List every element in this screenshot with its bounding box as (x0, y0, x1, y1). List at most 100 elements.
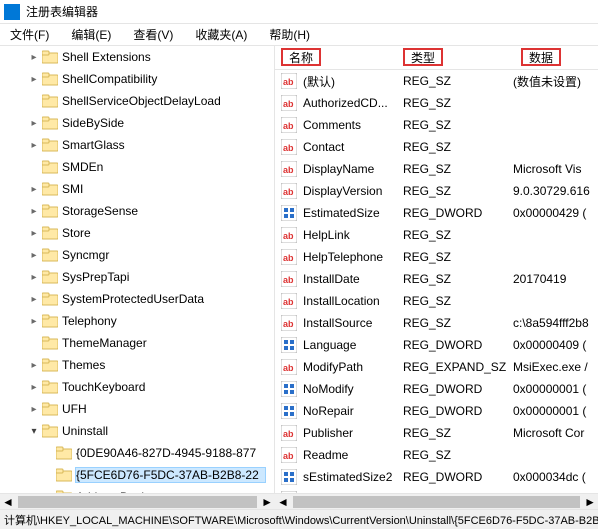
tree-item[interactable]: ▸Themes (0, 354, 274, 376)
values-scrollbar-h[interactable]: ◄ ► (275, 493, 598, 509)
values-pane: 名称 类型 数据 (默认)REG_SZ(数值未设置)AuthorizedCD..… (275, 46, 598, 494)
dword-value-icon (281, 469, 297, 485)
tree-item[interactable]: ▸SysPrepTapi (0, 266, 274, 288)
value-data: 0x00000409 ( (513, 338, 598, 352)
value-row[interactable]: DisplayNameREG_SZMicrosoft Vis (275, 158, 598, 180)
value-row[interactable]: InstallSourceREG_SZc:\8a594fff2b8 (275, 312, 598, 334)
menu-edit[interactable]: 编辑(E) (65, 24, 117, 45)
dword-value-icon (281, 403, 297, 419)
values-list[interactable]: (默认)REG_SZ(数值未设置)AuthorizedCD...REG_SZCo… (275, 70, 598, 494)
value-row[interactable]: InstallLocationREG_SZ (275, 290, 598, 312)
scroll-thumb[interactable] (18, 496, 257, 508)
tree-item[interactable]: ▸SystemProtectedUserData (0, 288, 274, 310)
value-row[interactable]: NoModifyREG_DWORD0x00000001 ( (275, 378, 598, 400)
value-name: Comments (303, 118, 403, 132)
value-row[interactable]: PublisherREG_SZMicrosoft Cor (275, 422, 598, 444)
menu-file[interactable]: 文件(F) (4, 24, 55, 45)
tree-item[interactable]: ▸SMI (0, 178, 274, 200)
chevron-right-icon[interactable]: ▸ (28, 118, 40, 129)
tree-scrollbar-h[interactable]: ◄ ► (0, 493, 275, 509)
value-row[interactable]: AuthorizedCD...REG_SZ (275, 92, 598, 114)
string-value-icon (281, 315, 297, 331)
chevron-right-icon[interactable]: ▸ (28, 250, 40, 261)
value-row[interactable]: EstimatedSizeREG_DWORD0x00000429 ( (275, 202, 598, 224)
tree-item[interactable]: {5FCE6D76-F5DC-37AB-B2B8-22 (0, 464, 274, 486)
chevron-right-icon[interactable]: ▸ (28, 316, 40, 327)
value-data: MsiExec.exe / (513, 360, 598, 374)
value-type: REG_EXPAND_SZ (403, 360, 513, 374)
tree-item[interactable]: SMDEn (0, 156, 274, 178)
registry-tree[interactable]: ▸Shell Extensions▸ShellCompatibility She… (0, 46, 275, 494)
value-name: InstallSource (303, 316, 403, 330)
value-row[interactable]: HelpLinkREG_SZ (275, 224, 598, 246)
column-name[interactable]: 名称 (281, 48, 321, 66)
string-value-icon (281, 227, 297, 243)
tree-item[interactable]: ▸SideBySide (0, 112, 274, 134)
value-row[interactable]: ReadmeREG_SZ (275, 444, 598, 466)
scroll-right-icon[interactable]: ► (261, 495, 273, 509)
value-row[interactable]: (默认)REG_SZ(数值未设置) (275, 70, 598, 92)
tree-item[interactable]: ▸Store (0, 222, 274, 244)
value-name: DisplayVersion (303, 184, 403, 198)
string-value-icon (281, 117, 297, 133)
scroll-left-icon[interactable]: ◄ (2, 495, 14, 509)
chevron-right-icon[interactable]: ▸ (28, 184, 40, 195)
tree-item[interactable]: ▸UFH (0, 398, 274, 420)
chevron-right-icon[interactable]: ▸ (28, 52, 40, 63)
value-name: HelpTelephone (303, 250, 403, 264)
tree-item[interactable]: ▸Syncmgr (0, 244, 274, 266)
tree-item[interactable]: ▸TouchKeyboard (0, 376, 274, 398)
folder-icon (42, 248, 58, 262)
tree-item[interactable]: ▸Shell Extensions (0, 46, 274, 68)
menu-help[interactable]: 帮助(H) (263, 24, 316, 45)
scroll-left-icon[interactable]: ◄ (277, 495, 289, 509)
value-row[interactable]: sEstimatedSize2REG_DWORD0x000034dc ( (275, 466, 598, 488)
chevron-right-icon[interactable]: ▸ (28, 74, 40, 85)
window-titlebar: 注册表编辑器 (0, 0, 598, 24)
tree-item[interactable]: ThemeManager (0, 332, 274, 354)
chevron-right-icon[interactable]: ▸ (28, 206, 40, 217)
chevron-right-icon[interactable]: ▸ (28, 140, 40, 151)
value-row[interactable]: NoRepairREG_DWORD0x00000001 ( (275, 400, 598, 422)
menu-favorites[interactable]: 收藏夹(A) (189, 24, 253, 45)
string-value-icon (281, 271, 297, 287)
dword-value-icon (281, 337, 297, 353)
value-row[interactable]: ModifyPathREG_EXPAND_SZMsiExec.exe / (275, 356, 598, 378)
tree-item[interactable]: ▸ShellCompatibility (0, 68, 274, 90)
value-row[interactable]: ContactREG_SZ (275, 136, 598, 158)
column-data[interactable]: 数据 (521, 48, 561, 66)
chevron-right-icon[interactable]: ▸ (28, 404, 40, 415)
expander-none (28, 338, 40, 349)
chevron-down-icon[interactable]: ▾ (28, 426, 40, 437)
column-type[interactable]: 类型 (403, 48, 443, 66)
value-type: REG_SZ (403, 96, 513, 110)
value-type: REG_SZ (403, 294, 513, 308)
chevron-right-icon[interactable]: ▸ (28, 272, 40, 283)
value-row[interactable]: LanguageREG_DWORD0x00000409 ( (275, 334, 598, 356)
string-value-icon (281, 425, 297, 441)
value-row[interactable]: DisplayVersionREG_SZ9.0.30729.616 (275, 180, 598, 202)
folder-icon (42, 402, 58, 416)
tree-item[interactable]: {0DE90A46-827D-4945-9188-877 (0, 442, 274, 464)
statusbar: 计算机\HKEY_LOCAL_MACHINE\SOFTWARE\Microsof… (0, 509, 598, 529)
chevron-right-icon[interactable]: ▸ (28, 228, 40, 239)
chevron-right-icon[interactable]: ▸ (28, 294, 40, 305)
value-row[interactable]: HelpTelephoneREG_SZ (275, 246, 598, 268)
tree-item[interactable]: ▸Telephony (0, 310, 274, 332)
tree-item[interactable]: ▾Uninstall (0, 420, 274, 442)
tree-item[interactable]: ▸StorageSense (0, 200, 274, 222)
value-type: REG_DWORD (403, 404, 513, 418)
value-type: REG_SZ (403, 118, 513, 132)
string-value-icon (281, 293, 297, 309)
scroll-thumb[interactable] (293, 496, 580, 508)
value-type: REG_SZ (403, 184, 513, 198)
value-row[interactable]: CommentsREG_SZ (275, 114, 598, 136)
menu-view[interactable]: 查看(V) (127, 24, 179, 45)
expander-none (28, 96, 40, 107)
chevron-right-icon[interactable]: ▸ (28, 360, 40, 371)
tree-item[interactable]: ShellServiceObjectDelayLoad (0, 90, 274, 112)
value-row[interactable]: InstallDateREG_SZ20170419 (275, 268, 598, 290)
chevron-right-icon[interactable]: ▸ (28, 382, 40, 393)
tree-item[interactable]: ▸SmartGlass (0, 134, 274, 156)
scroll-right-icon[interactable]: ► (584, 495, 596, 509)
